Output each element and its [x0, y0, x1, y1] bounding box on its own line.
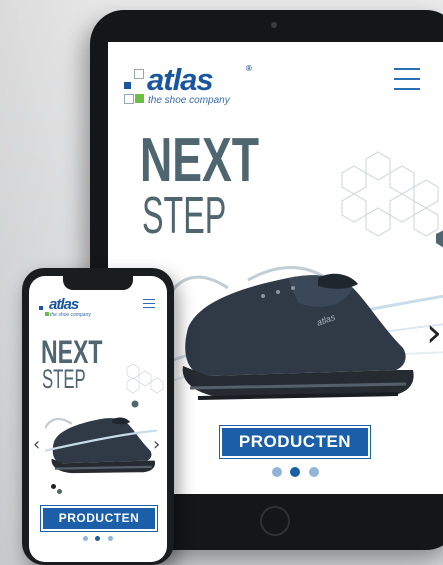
carousel-dots	[272, 464, 319, 482]
logo-tagline: the shoe company	[50, 312, 91, 318]
safety-shoe-image: atlas	[168, 266, 414, 400]
safety-shoe-image	[45, 417, 157, 474]
logo-tagline: the shoe company	[148, 95, 230, 106]
logo-square-outline-2	[124, 94, 134, 104]
logo-wordmark: atlas	[147, 62, 214, 97]
producten-button[interactable]: PRODUCTEN	[220, 426, 370, 458]
hamburger-menu-icon[interactable]	[394, 66, 420, 90]
carousel-dot-2[interactable]	[95, 536, 101, 541]
chevron-left-icon[interactable]: ‹	[33, 434, 40, 455]
logo-square-blue	[124, 82, 131, 89]
atlas-logo[interactable]: atlas ® the shoe company	[120, 60, 280, 108]
hero-headline-step: STEP	[42, 364, 86, 394]
chevron-right-icon[interactable]: ›	[153, 434, 160, 455]
hamburger-menu-icon[interactable]	[143, 298, 155, 310]
hexagon-accent	[436, 230, 443, 248]
hero-headline-next: NEXT	[140, 126, 260, 195]
logo-square-outline	[134, 69, 144, 79]
carousel-dot-3[interactable]	[107, 536, 113, 541]
decor-dot	[57, 489, 62, 494]
logo-square-blue	[39, 306, 43, 310]
carousel-dots	[83, 536, 113, 541]
hero-headline-step: STEP	[142, 187, 227, 245]
tablet-camera	[271, 22, 277, 28]
carousel-dot-2[interactable]	[290, 467, 301, 477]
logo-square-green	[135, 94, 144, 103]
phone-screen: atlas the shoe company NEXT STEP ‹ › PRO…	[29, 276, 167, 562]
phone-notch	[63, 276, 133, 290]
phone-device: atlas the shoe company NEXT STEP ‹ › PRO…	[22, 268, 174, 565]
decor-dot	[51, 484, 56, 489]
carousel-dot-3[interactable]	[308, 467, 319, 477]
logo-wordmark: atlas	[49, 296, 79, 313]
producten-button[interactable]: PRODUCTEN	[41, 506, 157, 531]
carousel-dot-1[interactable]	[272, 467, 282, 477]
carousel-dot-1[interactable]	[83, 536, 88, 541]
logo-registered-mark: ®	[246, 64, 252, 73]
atlas-logo-mobile[interactable]: atlas the shoe company	[37, 296, 117, 320]
chevron-right-icon[interactable]: ›	[426, 310, 442, 356]
tablet-home-button[interactable]	[260, 506, 290, 536]
